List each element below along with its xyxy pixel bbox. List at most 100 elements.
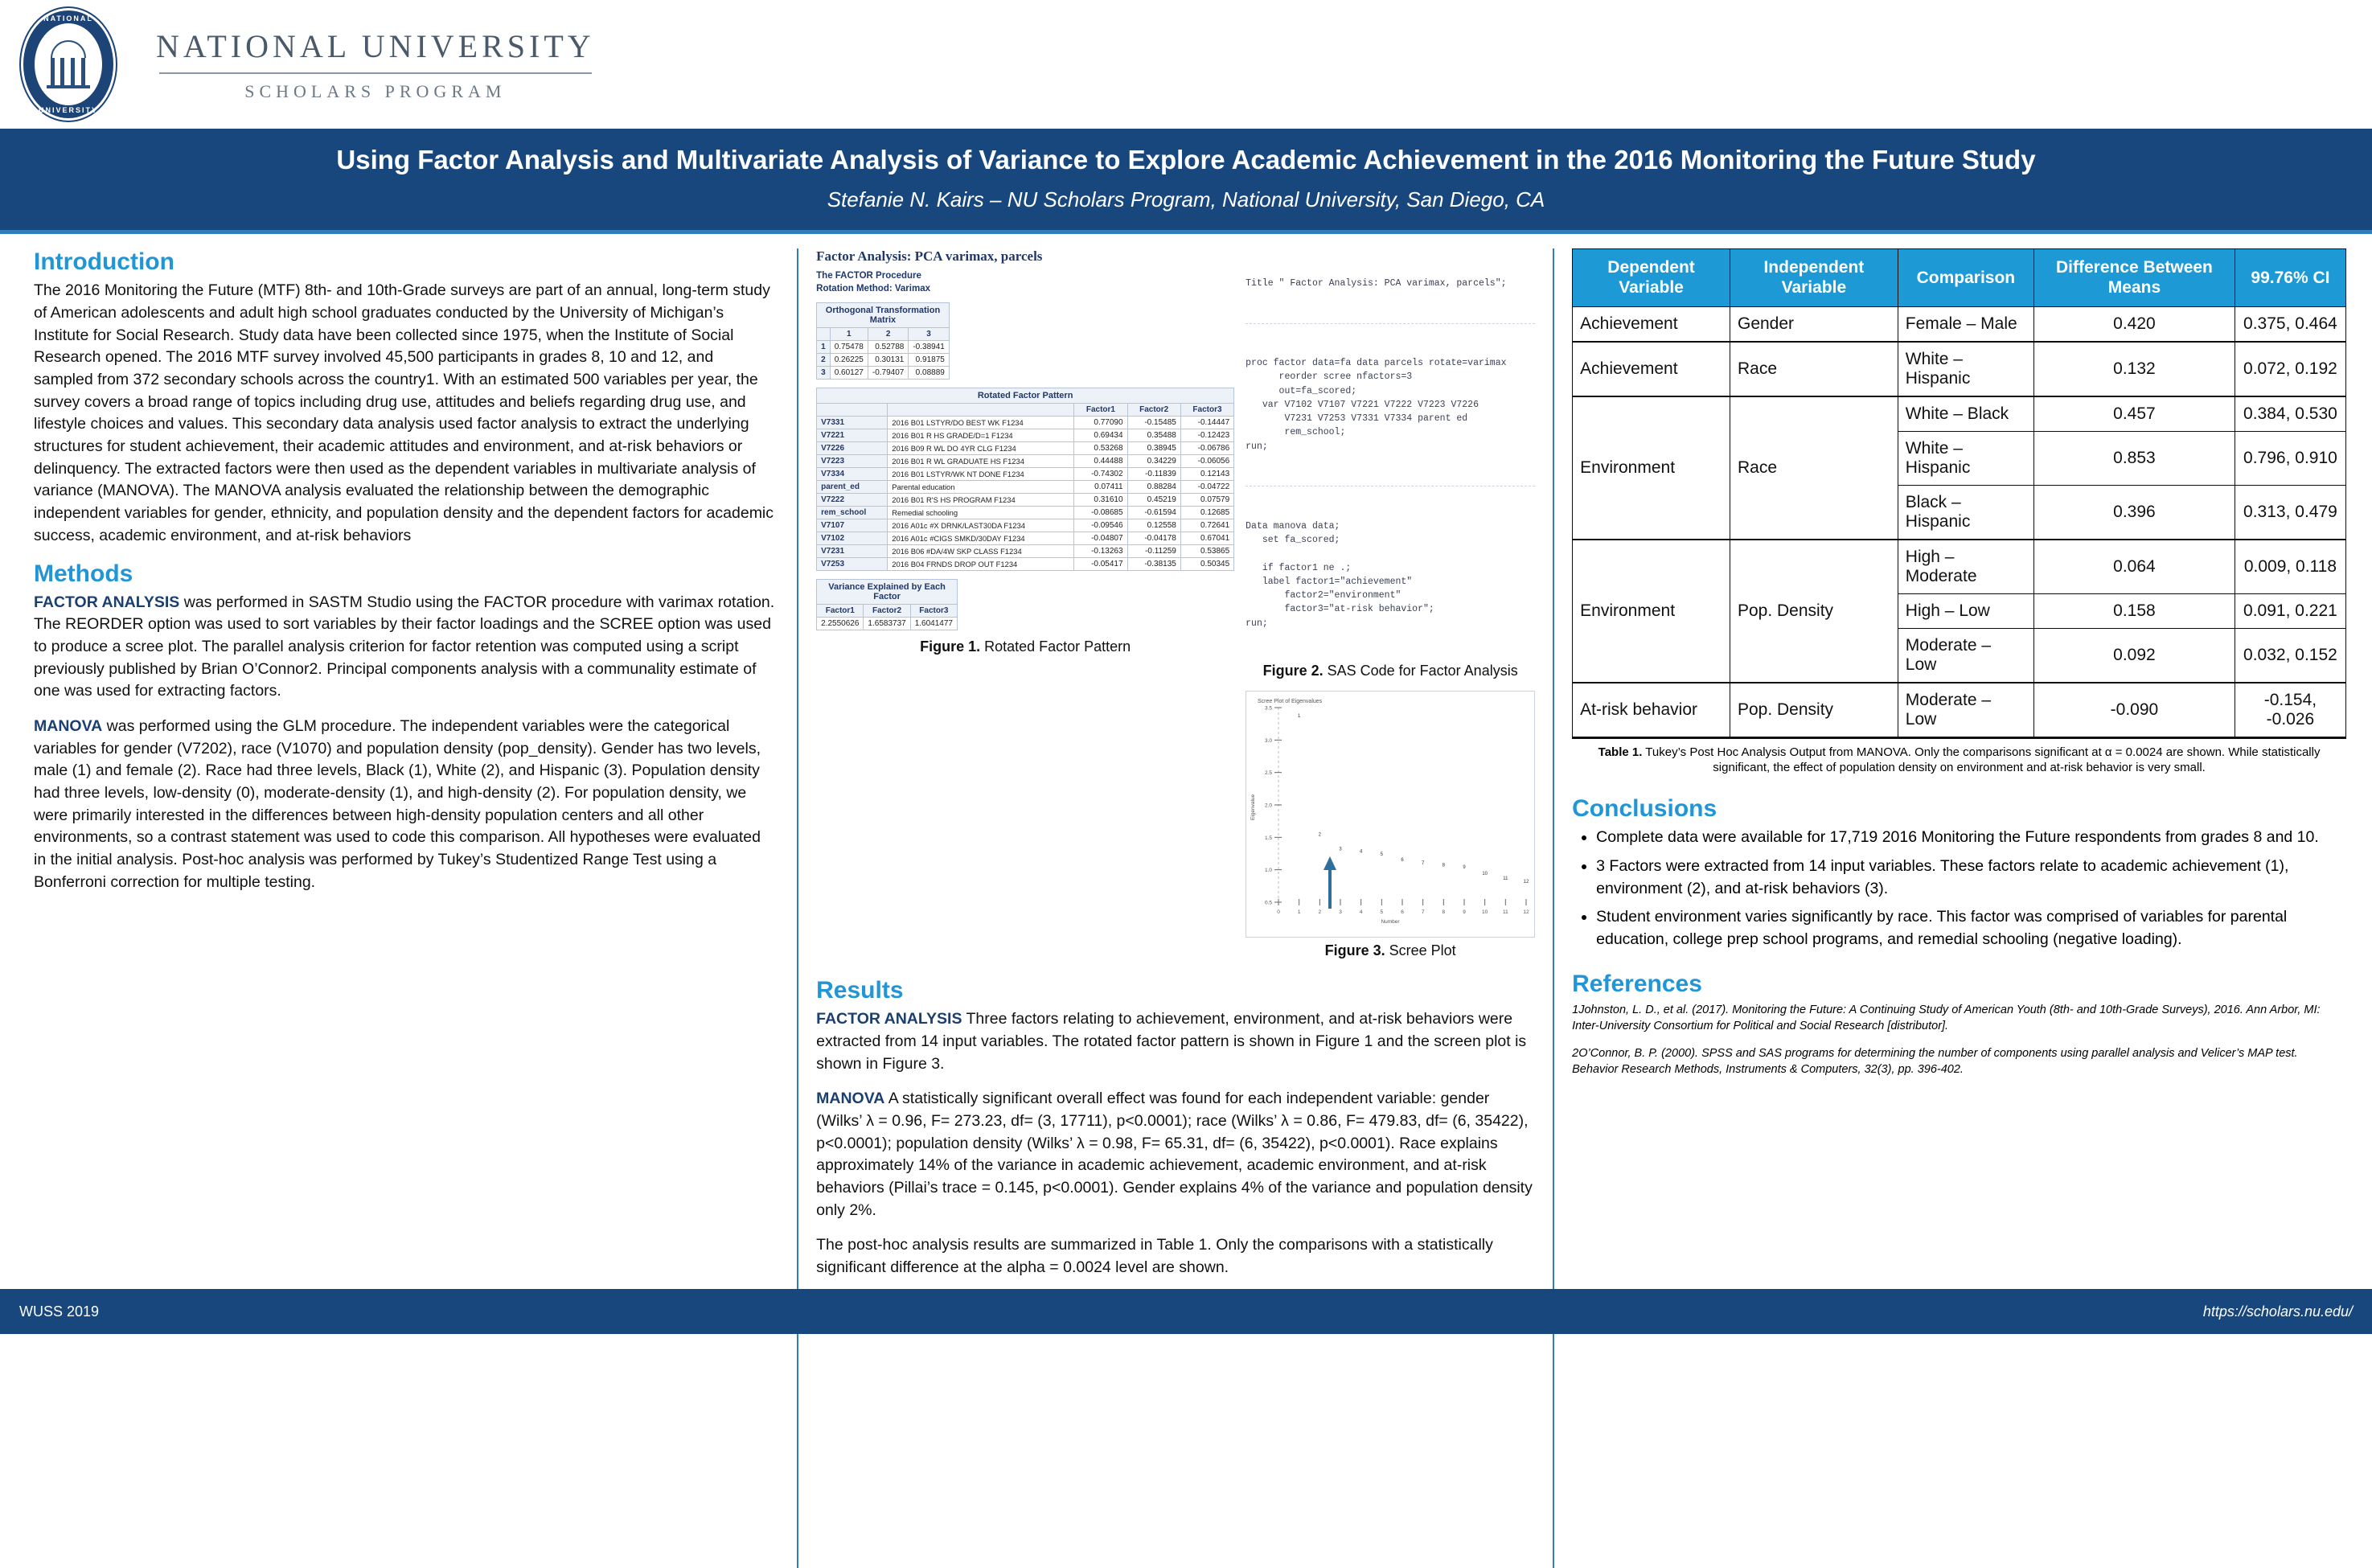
table-row: V73312016 B01 LSTYR/DO BEST WK F12340.77…: [817, 417, 1234, 429]
vef-col-factor3: Factor3: [910, 605, 957, 618]
figures-row: Factor Analysis: PCA varimax, parcels Th…: [816, 248, 1535, 959]
rfp-variable-label: 2016 B01 LSTYR/WK NT DONE F1234: [888, 468, 1074, 481]
rfp-loading-cell: -0.04722: [1180, 481, 1233, 494]
otm-caption: Orthogonal Transformation Matrix: [816, 302, 950, 327]
rfp-col-label: [888, 404, 1074, 417]
rfp-loading-cell: 0.72641: [1180, 519, 1233, 532]
td-comparison: High – Moderate: [1898, 540, 2033, 594]
rfp-variable-label: 2016 B06 #DA/4W SKP CLASS F1234: [888, 545, 1074, 558]
footer-url[interactable]: https://scholars.nu.edu/: [2203, 1303, 2353, 1320]
reference-item: 2O’Connor, B. P. (2000). SPSS and SAS pr…: [1572, 1045, 2346, 1077]
rfp-loading-cell: -0.04178: [1127, 532, 1180, 545]
th-difference-between-means: Difference Between Means: [2034, 249, 2235, 306]
rfp-loading-cell: 0.45219: [1127, 494, 1180, 507]
rfp-loading-cell: 0.07411: [1074, 481, 1127, 494]
table-row: EnvironmentPop. DensityHigh – Moderate0.…: [1573, 540, 2346, 594]
vef-header-row: Factor1 Factor2 Factor3: [817, 605, 958, 618]
otm-col-0: [817, 328, 831, 341]
rfp-loading-cell: 0.53268: [1074, 442, 1127, 455]
methods-manova-paragraph: MANOVA was performed using the GLM proce…: [34, 716, 776, 894]
rfp-header-row: Factor1 Factor2 Factor3: [817, 404, 1234, 417]
rfp-variable-label: 2016 B04 FRNDS DROP OUT F1234: [888, 558, 1074, 571]
td-confidence-interval: 0.384, 0.530: [2235, 396, 2345, 432]
scree-x-axis-label: Number: [1381, 919, 1401, 925]
otm-cell: -0.38941: [909, 341, 949, 354]
rfp-loading-cell: 0.77090: [1074, 417, 1127, 429]
svg-text:1.0: 1.0: [1265, 868, 1272, 873]
rfp-variable-name: V7231: [817, 545, 888, 558]
variance-explained-table: Variance Explained by Each Factor Factor…: [816, 579, 958, 630]
table-1-caption-text: Tukey’s Post Hoc Analysis Output from MA…: [1642, 745, 2320, 775]
seal-bottom-text: UNIVERSITY: [21, 106, 116, 114]
td-confidence-interval: -0.154, -0.026: [2235, 683, 2345, 738]
sas-code-title-line: Title " Factor Analysis: PCA varimax, pa…: [1246, 277, 1535, 290]
rfp-col-factor1: Factor1: [1074, 404, 1127, 417]
rfp-loading-cell: -0.06056: [1180, 455, 1233, 468]
td-confidence-interval: 0.072, 0.192: [2235, 342, 2345, 396]
svg-text:1.5: 1.5: [1265, 835, 1272, 841]
svg-text:5: 5: [1381, 909, 1384, 915]
rfp-loading-cell: -0.05417: [1074, 558, 1127, 571]
figure-3-caption-text: Scree Plot: [1385, 942, 1456, 958]
otm-cell: 0.08889: [909, 367, 949, 380]
table-row: AchievementRaceWhite – Hispanic0.1320.07…: [1573, 342, 2346, 396]
rfp-loading-cell: -0.38135: [1127, 558, 1180, 571]
results-manova-text: A statistically significant overall effe…: [816, 1090, 1533, 1218]
rfp-loading-cell: -0.14447: [1180, 417, 1233, 429]
rfp-loading-cell: -0.11839: [1127, 468, 1180, 481]
reference-item: 1Johnston, L. D., et al. (2017). Monitor…: [1572, 1002, 2346, 1034]
rfp-loading-cell: -0.61594: [1127, 507, 1180, 519]
otm-col-1: 1: [830, 328, 868, 341]
results-heading: Results: [816, 977, 1535, 1004]
svg-text:0.5: 0.5: [1265, 901, 1272, 906]
rfp-loading-cell: 0.44488: [1074, 455, 1127, 468]
introduction-heading: Introduction: [34, 248, 776, 275]
svg-text:12: 12: [1524, 880, 1529, 885]
td-confidence-interval: 0.375, 0.464: [2235, 306, 2345, 342]
td-comparison: Female – Male: [1898, 306, 2033, 342]
table-row: rem_schoolRemedial schooling-0.08685-0.6…: [817, 507, 1234, 519]
rfp-loading-cell: 0.67041: [1180, 532, 1233, 545]
table-row: V71072016 A01c #X DRNK/LAST30DA F1234-0.…: [817, 519, 1234, 532]
figure-3-caption-label: Figure 3.: [1325, 942, 1385, 958]
otm-cell: -0.79407: [868, 367, 908, 380]
td-confidence-interval: 0.032, 0.152: [2235, 628, 2345, 683]
otm-header-row: 1 2 3: [817, 328, 950, 341]
td-difference-between-means: -0.090: [2034, 683, 2235, 738]
td-independent-variable: Pop. Density: [1730, 683, 1898, 738]
td-independent-variable: Pop. Density: [1730, 540, 1898, 683]
rfp-body: V73312016 B01 LSTYR/DO BEST WK F12340.77…: [817, 417, 1234, 571]
otm-cell: 0.52788: [868, 341, 908, 354]
poster-footer: WUSS 2019 https://scholars.nu.edu/: [0, 1289, 2372, 1334]
poster-body: Introduction The 2016 Monitoring the Fut…: [0, 234, 2372, 1568]
td-confidence-interval: 0.009, 0.118: [2235, 540, 2345, 594]
footer-conference: WUSS 2019: [19, 1303, 99, 1320]
svg-text:12: 12: [1524, 909, 1530, 915]
sas-rotation-line: Rotation Method: Varimax: [816, 283, 1234, 296]
otm-row-index: 2: [817, 354, 831, 367]
figure-2-caption-label: Figure 2.: [1263, 663, 1323, 679]
vef-cell: 2.2550626: [817, 618, 864, 630]
table-row: V72232016 B01 R WL GRADUATE HS F12340.44…: [817, 455, 1234, 468]
td-comparison: White – Black: [1898, 396, 2033, 432]
table-1-caption-label: Table 1.: [1598, 745, 1643, 759]
figure-2-caption-text: SAS Code for Factor Analysis: [1323, 663, 1518, 679]
rfp-variable-label: Parental education: [888, 481, 1074, 494]
rfp-variable-name: V7331: [817, 417, 888, 429]
rfp-loading-cell: 0.35488: [1127, 429, 1180, 442]
rfp-loading-cell: -0.04807: [1074, 532, 1127, 545]
table-row: 2 0.26225 0.30131 0.91875: [817, 354, 950, 367]
table-row: AchievementGenderFemale – Male0.4200.375…: [1573, 306, 2346, 342]
svg-text:11: 11: [1503, 876, 1508, 881]
svg-text:9: 9: [1463, 909, 1466, 915]
rfp-loading-cell: 0.34229: [1127, 455, 1180, 468]
td-difference-between-means: 0.132: [2034, 342, 2235, 396]
poster-title: Using Factor Analysis and Multivariate A…: [32, 143, 2340, 176]
list-item: Complete data were available for 17,719 …: [1596, 827, 2346, 849]
figure-2-caption: Figure 2. SAS Code for Factor Analysis: [1246, 663, 1535, 679]
university-seal-logo: NATIONAL UNIVERSITY: [21, 8, 116, 121]
td-difference-between-means: 0.158: [2034, 593, 2235, 628]
methods-factor-analysis-paragraph: FACTOR ANALYSIS was performed in SASTM S…: [34, 592, 776, 703]
th-comparison: Comparison: [1898, 249, 2033, 306]
svg-text:3: 3: [1339, 909, 1342, 915]
